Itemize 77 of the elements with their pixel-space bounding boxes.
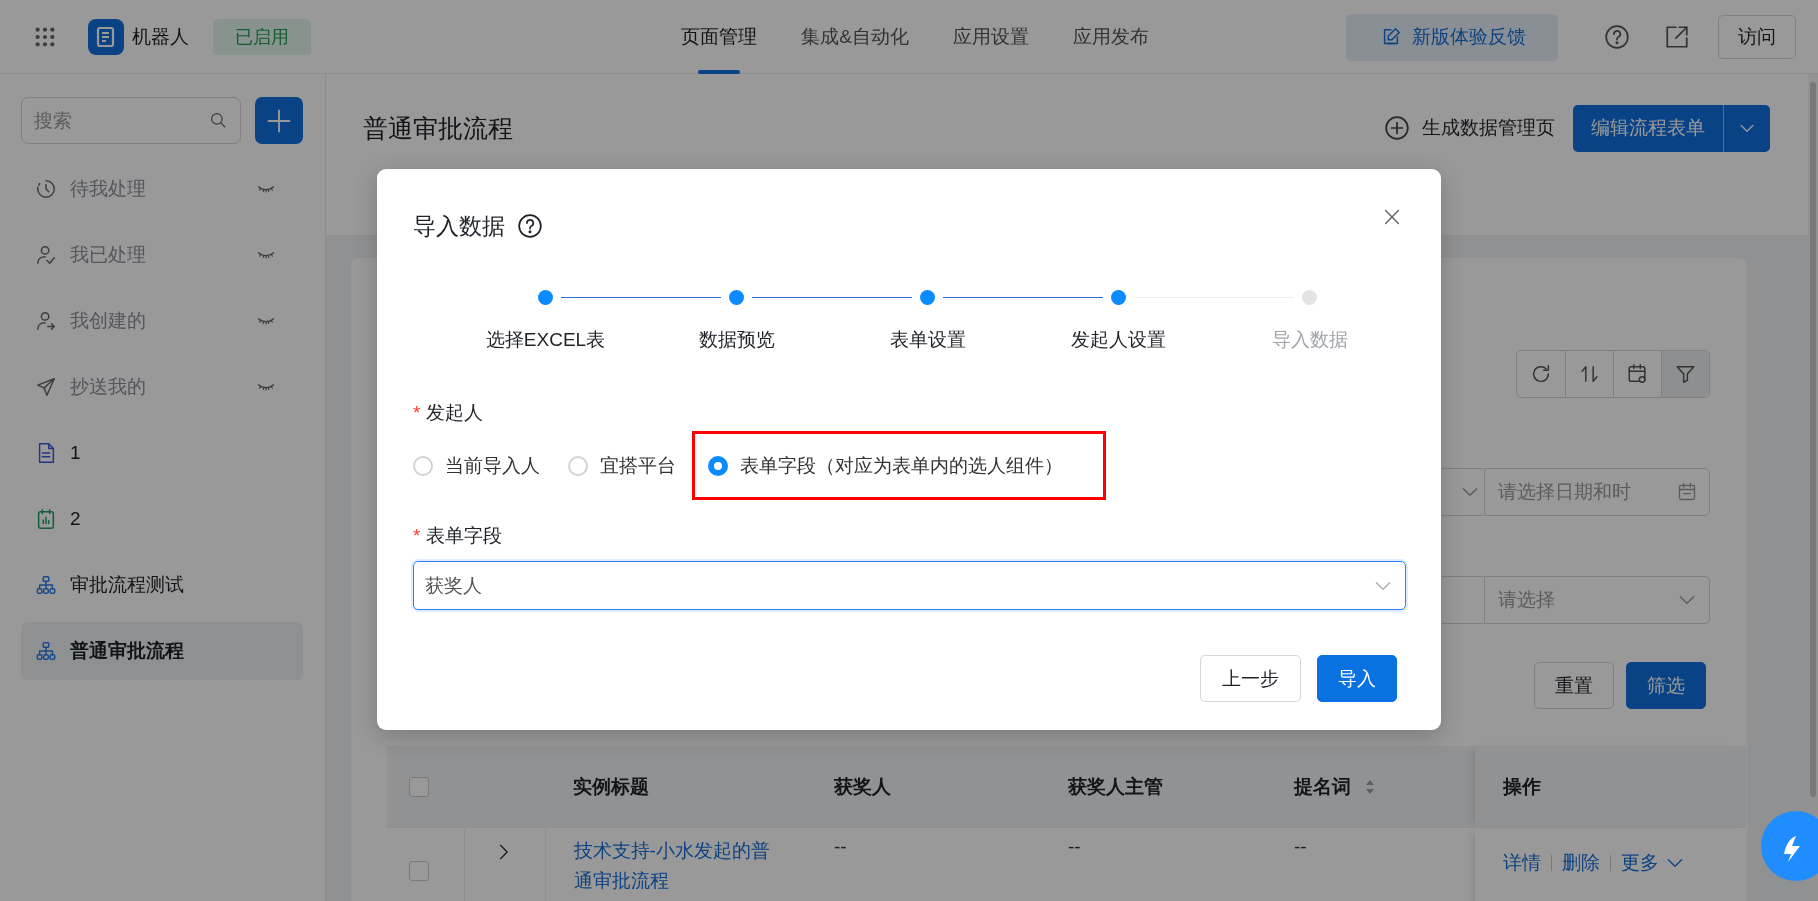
field-label: 表单字段 (426, 525, 503, 546)
radio-button[interactable] (568, 455, 588, 476)
step-label: 表单设置 (889, 328, 966, 352)
feedback-button[interactable]: 新版体验反馈 (1346, 13, 1558, 61)
required-mark: * (413, 402, 421, 423)
radio-option[interactable]: 表单字段（对应为表单内的选人组件） (708, 452, 1063, 479)
chart-icon (35, 508, 57, 530)
nav-tab[interactable]: 应用设置 (952, 0, 1029, 74)
action-link[interactable]: 删除 (1562, 850, 1600, 876)
plus-circle-icon (1384, 115, 1410, 141)
org-chart-icon (35, 640, 57, 662)
radio-button[interactable] (413, 455, 433, 476)
instance-link[interactable]: 技术支持-小水发起的普通审批流程 (573, 836, 774, 896)
table-cell: -- (1266, 827, 1475, 901)
table-cell: -- (806, 827, 1040, 901)
sidebar-item[interactable]: 普通审批流程 (21, 622, 303, 680)
radio-option[interactable]: 宜搭平台 (568, 452, 676, 479)
filter-button[interactable]: 筛选 (1626, 662, 1706, 709)
select-field[interactable]: 获奖人 (413, 561, 1406, 610)
paper-plane-icon (35, 376, 57, 398)
app-name: 机器人 (132, 25, 189, 49)
column-header: 操作 (1475, 746, 1746, 828)
table-cell: -- (1040, 827, 1266, 901)
field-label: 发起人 (426, 402, 484, 423)
step-label: 选择EXCEL表 (485, 328, 606, 352)
calendar-icon (1677, 482, 1697, 502)
required-mark: * (413, 525, 421, 546)
checkbox[interactable] (409, 861, 429, 881)
add-button[interactable] (255, 97, 303, 144)
user-arrow-icon (35, 310, 57, 332)
app-grid-icon[interactable] (34, 26, 56, 48)
import-button[interactable]: 导入 (1317, 655, 1397, 702)
action-link[interactable]: 详情 (1503, 850, 1541, 876)
nav-tab[interactable]: 页面管理 (681, 0, 758, 74)
edit-form-split-button[interactable]: 编辑流程表单 (1573, 104, 1770, 152)
clock-icon (35, 178, 57, 200)
select-field[interactable] (1442, 576, 1484, 624)
org-chart-icon (35, 574, 57, 596)
sidebar-item[interactable]: 待我处理 (21, 160, 303, 218)
datetime-field[interactable]: 请选择日期和时 (1484, 468, 1710, 516)
dialog-title: 导入数据 (413, 212, 505, 241)
back-button[interactable]: 上一步 (1200, 655, 1301, 702)
step-label: 导入数据 (1271, 328, 1348, 352)
radio-option[interactable]: 当前导入人 (413, 452, 540, 479)
column-header: 实例标题 (545, 746, 806, 828)
sidebar-item[interactable]: 我创建的 (21, 292, 303, 350)
sidebar-item[interactable]: 抄送我的 (21, 358, 303, 416)
page-title: 普通审批流程 (363, 112, 514, 144)
search-field[interactable]: 搜索 (21, 97, 241, 144)
help-icon[interactable] (517, 213, 543, 239)
filter-icon[interactable] (1661, 351, 1709, 397)
edit-form-button[interactable]: 编辑流程表单 (1573, 104, 1723, 152)
column-header: 获奖人 (806, 746, 1040, 828)
select-field[interactable]: 请选择 (1484, 576, 1710, 624)
reset-button[interactable]: 重置 (1534, 662, 1614, 709)
select-field[interactable] (1442, 468, 1484, 516)
sidebar-item[interactable]: 我已处理 (21, 226, 303, 284)
search-icon (209, 111, 227, 129)
radio-button[interactable] (708, 455, 728, 476)
external-link-icon[interactable] (1664, 24, 1690, 50)
step-label: 发起人设置 (1071, 328, 1166, 352)
step-label: 数据预览 (698, 328, 775, 352)
column-header: 获奖人主管 (1040, 746, 1266, 828)
floating-action-button[interactable] (1760, 810, 1818, 882)
nav-tab[interactable]: 集成&自动化 (801, 0, 909, 74)
column-header[interactable]: 提名词 (1294, 773, 1351, 800)
action-link[interactable]: 更多 (1621, 850, 1685, 876)
sidebar-item[interactable]: 审批流程测试 (21, 556, 303, 614)
visit-button[interactable]: 访问 (1718, 15, 1796, 59)
status-badge: 已启用 (213, 19, 311, 55)
generate-page-button[interactable]: 生成数据管理页 (1384, 115, 1555, 141)
user-check-icon (35, 244, 57, 266)
nav-tab[interactable]: 应用发布 (1072, 0, 1149, 74)
sidebar-item[interactable]: 1 (21, 424, 303, 482)
sidebar-item[interactable]: 2 (21, 490, 303, 548)
checkbox[interactable] (409, 776, 429, 797)
app-logo-icon (88, 19, 124, 55)
